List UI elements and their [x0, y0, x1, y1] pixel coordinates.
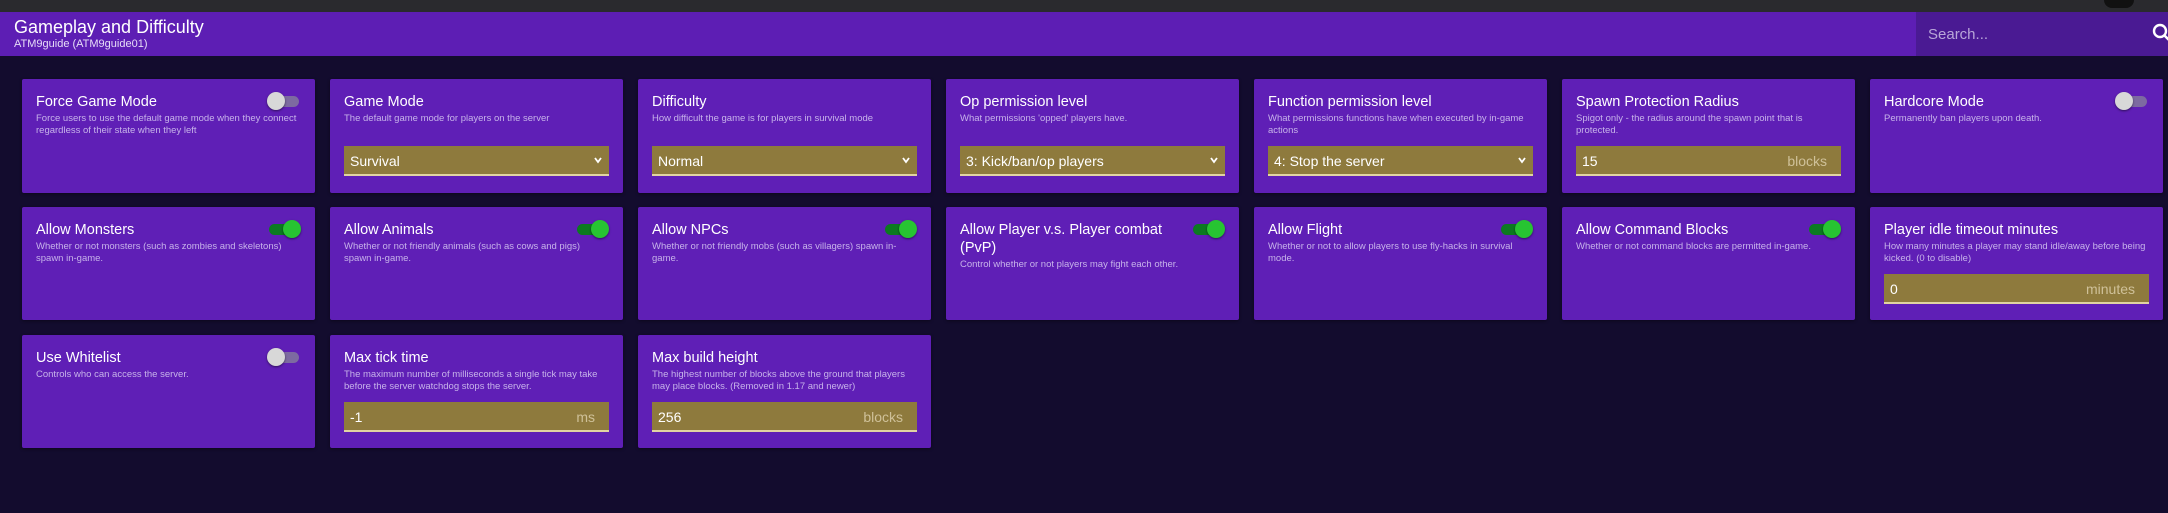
card-max-tick-time: Max tick time The maximum number of mill…	[330, 335, 623, 448]
server-name: ATM9guide (ATM9guide01)	[14, 38, 148, 50]
difficulty-selected: Normal	[658, 153, 704, 169]
card-description: Whether or not monsters (such as zombies…	[36, 241, 282, 264]
card-op-permission: Op permission level What permissions 'op…	[946, 79, 1239, 193]
unit-label: ms	[576, 409, 595, 425]
card-description: The maximum number of milliseconds a sin…	[344, 369, 598, 392]
allow-flight-toggle[interactable]	[1499, 219, 1533, 239]
function-permission-select[interactable]: 4: Stop the server	[1268, 146, 1533, 176]
game-mode-selected: Survival	[350, 153, 400, 169]
unit-label: minutes	[2085, 281, 2135, 297]
card-title: Max tick time	[344, 350, 429, 366]
op-permission-select[interactable]: 3: Kick/ban/op players	[960, 146, 1225, 176]
op-permission-selected: 3: Kick/ban/op players	[966, 153, 1104, 169]
idle-timeout-value: 0	[1890, 281, 1898, 297]
card-description: Whether or not friendly mobs (such as vi…	[652, 241, 897, 264]
idle-timeout-input[interactable]: 0 minutes	[1884, 274, 2149, 304]
card-description: What permissions 'opped' players have.	[960, 113, 1128, 124]
allow-animals-toggle[interactable]	[575, 219, 609, 239]
page-header: Gameplay and Difficulty ATM9guide (ATM9g…	[0, 12, 2168, 56]
card-difficulty: Difficulty How difficult the game is for…	[638, 79, 931, 193]
max-tick-time-value: -1	[350, 409, 363, 425]
card-title: Allow Command Blocks	[1576, 222, 1729, 238]
hardcore-toggle[interactable]	[2115, 91, 2149, 111]
card-description: How difficult the game is for players in…	[652, 113, 874, 124]
window-top-strip	[0, 0, 2168, 12]
search-input[interactable]	[1928, 22, 2128, 46]
card-allow-monsters: Allow Monsters Whether or not monsters (…	[22, 207, 315, 320]
max-build-height-value: 256	[658, 409, 682, 425]
card-description: Controls who can access the server.	[36, 369, 189, 380]
page-title: Gameplay and Difficulty	[14, 17, 204, 37]
card-allow-animals: Allow Animals Whether or not friendly an…	[330, 207, 623, 320]
search-icon[interactable]	[2152, 23, 2168, 43]
card-title: Game Mode	[344, 94, 424, 110]
chevron-down-icon	[594, 157, 602, 164]
force-game-mode-toggle[interactable]	[267, 91, 301, 111]
card-description: How many minutes a player may stand idle…	[1884, 241, 2146, 264]
card-title: Allow Monsters	[36, 222, 135, 238]
card-allow-pvp: Allow Player v.s. Player combat (PvP) Co…	[946, 207, 1239, 320]
allow-npcs-toggle[interactable]	[883, 219, 917, 239]
card-description: Permanently ban players upon death.	[1884, 113, 2042, 124]
card-title: Allow Flight	[1268, 222, 1343, 238]
spawn-protection-value: 15	[1582, 153, 1598, 169]
card-title: Allow NPCs	[652, 222, 729, 238]
card-title: Max build height	[652, 350, 758, 366]
card-title: Player idle timeout minutes	[1884, 222, 2059, 238]
unit-label: blocks	[1787, 153, 1827, 169]
max-tick-time-input[interactable]: -1 ms	[344, 402, 609, 432]
card-hardcore: Hardcore Mode Permanently ban players up…	[1870, 79, 2163, 193]
card-game-mode: Game Mode The default game mode for play…	[330, 79, 623, 193]
card-description: What permissions functions have when exe…	[1268, 113, 1524, 136]
chevron-down-icon	[1210, 157, 1218, 164]
card-title: Function permission level	[1268, 94, 1432, 110]
card-title: Difficulty	[652, 94, 707, 110]
chevron-down-icon	[902, 157, 910, 164]
use-whitelist-toggle[interactable]	[267, 347, 301, 367]
unit-label: blocks	[863, 409, 903, 425]
card-function-permission: Function permission level What permissio…	[1254, 79, 1547, 193]
card-title: Force Game Mode	[36, 94, 157, 110]
card-allow-flight: Allow Flight Whether or not to allow pla…	[1254, 207, 1547, 320]
card-description: Whether or not command blocks are permit…	[1576, 241, 1811, 252]
card-description: Spigot only - the radius around the spaw…	[1576, 113, 1803, 136]
card-title: Hardcore Mode	[1884, 94, 1984, 110]
allow-pvp-toggle[interactable]	[1191, 219, 1225, 239]
window-top-control	[2104, 0, 2134, 8]
search-box[interactable]	[1916, 12, 2168, 56]
game-mode-select[interactable]: Survival	[344, 146, 609, 176]
allow-command-blocks-toggle[interactable]	[1807, 219, 1841, 239]
max-build-height-input[interactable]: 256 blocks	[652, 402, 917, 432]
card-description: The highest number of blocks above the g…	[652, 369, 905, 392]
card-use-whitelist: Use Whitelist Controls who can access th…	[22, 335, 315, 448]
difficulty-select[interactable]: Normal	[652, 146, 917, 176]
allow-monsters-toggle[interactable]	[267, 219, 301, 239]
card-allow-npcs: Allow NPCs Whether or not friendly mobs …	[638, 207, 931, 320]
card-description: Whether or not friendly animals (such as…	[344, 241, 581, 264]
card-spawn-protection: Spawn Protection Radius Spigot only - th…	[1562, 79, 1855, 193]
card-allow-command-blocks: Allow Command Blocks Whether or not comm…	[1562, 207, 1855, 320]
card-title: Allow Player v.s. Player combat (PvP)	[960, 222, 1162, 256]
card-description: Control whether or not players may fight…	[960, 259, 1179, 270]
card-description: The default game mode for players on the…	[344, 113, 550, 124]
card-title: Allow Animals	[344, 222, 434, 238]
function-permission-selected: 4: Stop the server	[1274, 153, 1385, 169]
card-title: Spawn Protection Radius	[1576, 94, 1739, 110]
card-description: Force users to use the default game mode…	[36, 113, 297, 136]
chevron-down-icon	[1518, 157, 1526, 164]
card-force-game-mode: Force Game Mode Force users to use the d…	[22, 79, 315, 193]
card-idle-timeout: Player idle timeout minutes How many min…	[1870, 207, 2163, 320]
spawn-protection-input[interactable]: 15 blocks	[1576, 146, 1841, 176]
card-title: Use Whitelist	[36, 350, 121, 366]
card-description: Whether or not to allow players to use f…	[1268, 241, 1513, 264]
card-max-build-height: Max build height The highest number of b…	[638, 335, 931, 448]
card-title: Op permission level	[960, 94, 1088, 110]
